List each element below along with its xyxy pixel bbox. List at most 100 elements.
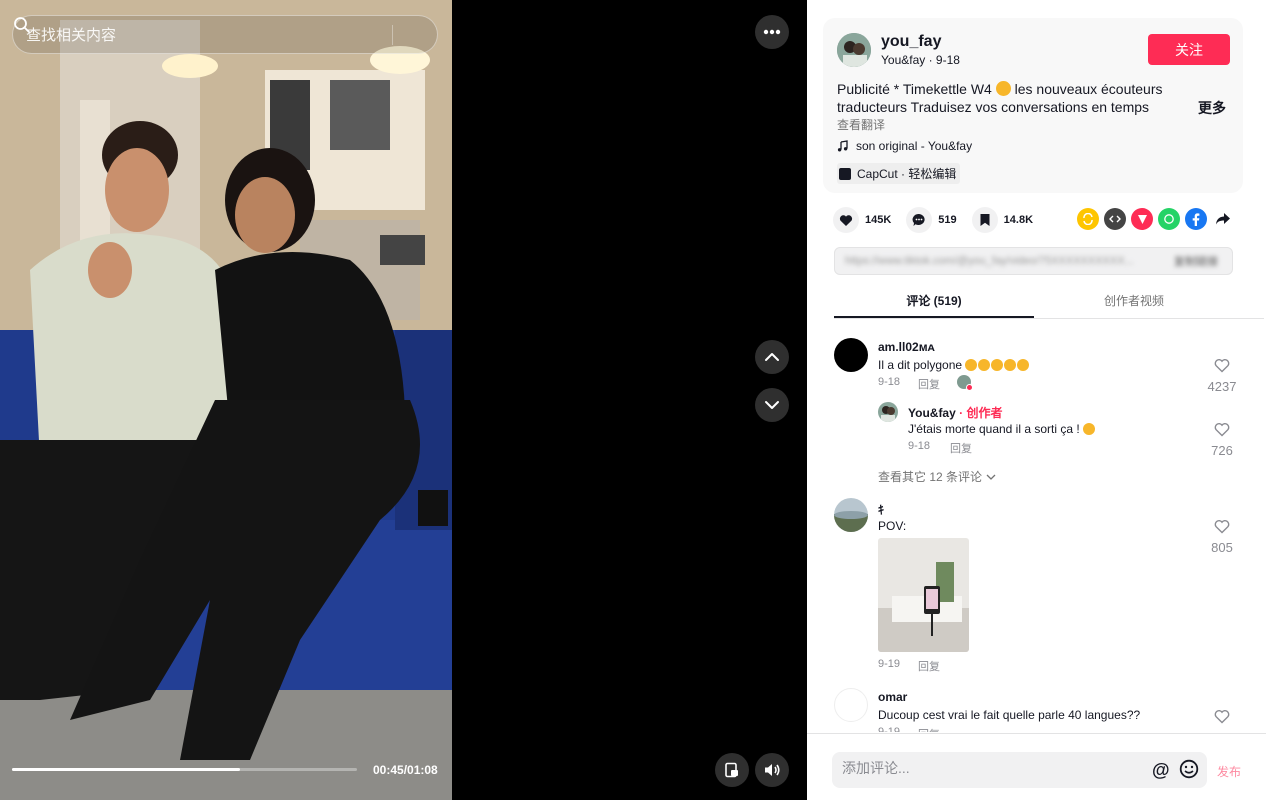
reply-button[interactable]: 回复 xyxy=(918,726,940,732)
post-comment-button[interactable]: 发布 xyxy=(1217,763,1241,780)
progress-fill xyxy=(12,768,240,771)
chevron-down-icon xyxy=(765,401,779,409)
comment-count: 519 xyxy=(938,214,957,226)
comment-button[interactable]: 519 xyxy=(906,207,957,233)
laughing-emoji-icon xyxy=(965,359,978,371)
comment-input[interactable] xyxy=(842,760,1132,776)
search-input[interactable]: 查找相关内容 xyxy=(13,24,392,45)
video-link-field[interactable]: https://www.tiktok.com/@you_fay/video/75… xyxy=(834,247,1233,275)
tab-comments[interactable]: 评论 (519) xyxy=(834,285,1034,318)
embed-icon[interactable] xyxy=(1104,208,1126,230)
favorite-count: 14.8K xyxy=(1003,214,1034,226)
ellipsis-icon xyxy=(763,29,781,35)
video-frame[interactable]: 查找相关内容 00:45/01:08 xyxy=(0,0,452,800)
video-player[interactable]: 查找相关内容 00:45/01:08 xyxy=(0,0,807,800)
capcut-label: CapCut · 轻松编辑 xyxy=(857,167,957,181)
music-title: son original - You&fay xyxy=(856,139,973,153)
more-options-button[interactable] xyxy=(755,15,789,49)
floating-player-button[interactable] xyxy=(715,753,749,787)
video-link-text: https://www.tiktok.com/@you_fay/video/75… xyxy=(845,255,1134,267)
laughing-emoji-icon xyxy=(1004,359,1017,371)
capcut-icon xyxy=(839,167,851,180)
reply-date: 9-18 xyxy=(908,440,931,452)
comment-composer: @ 发布 xyxy=(807,733,1266,800)
like-count: 145K xyxy=(865,214,892,226)
favorite-button[interactable]: 14.8K xyxy=(971,207,1034,233)
creator-like-heart-icon xyxy=(966,384,973,391)
like-button[interactable]: 145K xyxy=(833,207,891,233)
comment-date: 9-19 xyxy=(878,726,901,732)
share-more-icon[interactable] xyxy=(1212,208,1234,230)
video-still-image xyxy=(0,0,452,800)
share-row xyxy=(1077,208,1234,230)
copy-link-button[interactable]: 复制链接 xyxy=(1174,253,1218,269)
author-avatar[interactable] xyxy=(837,33,871,67)
floating-window-icon xyxy=(725,762,738,778)
music-note-icon xyxy=(837,140,848,152)
comment-icon xyxy=(912,213,925,226)
laughing-emoji-icon xyxy=(1083,423,1096,435)
emoji-picker-button[interactable] xyxy=(1179,759,1199,784)
reply-like-button[interactable]: 726 xyxy=(1205,422,1239,458)
capcut-tag[interactable]: CapCut · 轻松编辑 xyxy=(837,163,961,184)
commenter-name[interactable]: omar xyxy=(878,690,907,704)
smiley-icon xyxy=(1179,759,1199,779)
search-bar[interactable]: 查找相关内容 xyxy=(12,15,438,54)
reply-author-name: You&fay xyxy=(908,406,956,420)
comment-image[interactable] xyxy=(878,538,969,652)
follow-button[interactable]: 关注 xyxy=(1148,34,1230,65)
tab-creator-videos[interactable]: 创作者视频 xyxy=(1034,285,1234,318)
comment-date: 9-18 xyxy=(878,376,901,388)
heart-outline-icon xyxy=(1214,710,1230,724)
comment-input-box[interactable]: @ xyxy=(832,752,1207,788)
reply-button[interactable]: 回复 xyxy=(918,658,940,674)
comment-text: Il a dit polygone xyxy=(878,358,1030,372)
commenter-avatar[interactable] xyxy=(834,688,868,722)
comment-list[interactable]: am.ll02ᴍᴀ Il a dit polygone 9-18 回复 4237… xyxy=(807,320,1266,732)
view-more-replies-label: 查看其它 12 条评论 xyxy=(878,470,983,484)
send-to-friends-icon[interactable] xyxy=(1131,208,1153,230)
reply-author[interactable]: You&fay · 创作者 xyxy=(908,404,1002,421)
translate-link[interactable]: 查看翻译 xyxy=(837,116,885,133)
reply-like-count: 726 xyxy=(1211,443,1233,458)
commenter-avatar[interactable] xyxy=(834,338,868,372)
reply-reply-button[interactable]: 回复 xyxy=(950,440,972,456)
volume-button[interactable] xyxy=(755,753,789,787)
comment-date: 9-19 xyxy=(878,658,901,670)
commenter-name[interactable]: am.ll02ᴍᴀ xyxy=(878,340,935,354)
comment-text: POV: xyxy=(878,519,907,533)
reply-text: J'étais morte quand il a sorti ça ! xyxy=(908,422,1096,436)
heart-icon xyxy=(839,214,853,226)
side-panel: you_fay You&fay · 9-18 关注 Publicité * Ti… xyxy=(807,0,1266,800)
author-username[interactable]: you_fay xyxy=(881,33,941,51)
view-more-replies-button[interactable]: 查看其它 12 条评论 xyxy=(878,468,996,485)
whatsapp-icon[interactable] xyxy=(1158,208,1180,230)
progress-bar[interactable] xyxy=(12,768,357,771)
comment-text-content: Il a dit polygone xyxy=(878,358,966,372)
heart-eyes-emoji-icon xyxy=(995,81,1011,96)
mention-button[interactable]: @ xyxy=(1152,760,1170,781)
reply-avatar[interactable] xyxy=(878,402,898,422)
repost-icon[interactable] xyxy=(1077,208,1099,230)
commenter-name[interactable]: ｷ xyxy=(878,501,884,518)
creator-liked-avatar xyxy=(957,375,973,391)
action-bar: 145K 519 14.8K xyxy=(833,206,1048,234)
comment-text: Ducoup cest vrai le fait quelle parle 40… xyxy=(878,708,1141,722)
description-text-part1: Publicité * Timekettle W4 xyxy=(837,81,996,97)
panel-tabs: 评论 (519) 创作者视频 xyxy=(834,285,1264,319)
previous-video-button[interactable] xyxy=(755,340,789,374)
expand-description-button[interactable]: 更多 xyxy=(1198,98,1226,118)
facebook-icon[interactable] xyxy=(1185,208,1207,230)
commenter-avatar[interactable] xyxy=(834,498,868,532)
reply-button[interactable]: 回复 xyxy=(918,376,940,392)
music-row[interactable]: son original - You&fay xyxy=(837,139,972,153)
video-info-card: you_fay You&fay · 9-18 关注 Publicité * Ti… xyxy=(823,18,1243,193)
bookmark-icon xyxy=(980,214,990,226)
comment-like-button[interactable]: 4237 xyxy=(1205,358,1239,394)
next-video-button[interactable] xyxy=(755,388,789,422)
creator-badge: · 创作者 xyxy=(955,406,1003,420)
comment-like-button[interactable]: 812 xyxy=(1205,709,1239,732)
author-nickname-date: You&fay · 9-18 xyxy=(881,53,960,67)
chevron-down-icon xyxy=(986,474,996,480)
comment-like-button[interactable]: 805 xyxy=(1205,519,1239,555)
